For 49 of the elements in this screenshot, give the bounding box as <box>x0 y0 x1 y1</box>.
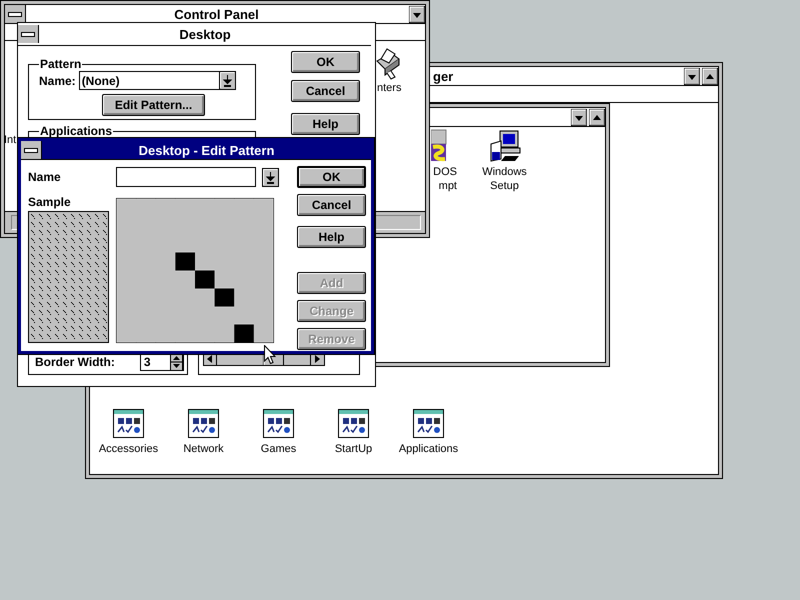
dropdown-button[interactable] <box>262 168 279 186</box>
window-title: Control Panel <box>173 6 260 22</box>
minimize-button[interactable] <box>684 68 700 84</box>
dropdown-button[interactable] <box>218 71 236 90</box>
minimize-button[interactable] <box>571 108 587 126</box>
system-menu-button[interactable] <box>18 25 39 43</box>
group-box-label: Pattern <box>39 57 82 71</box>
window-title: Desktop <box>178 26 232 42</box>
dialog-button[interactable]: Help <box>291 113 360 135</box>
program-group-icon[interactable] <box>413 409 444 439</box>
program-icon[interactable] <box>431 129 447 162</box>
icon-label: nters <box>377 81 402 95</box>
spin-button[interactable] <box>170 352 183 370</box>
name-label: Name <box>28 170 62 184</box>
dialog-button[interactable]: OK <box>291 51 360 73</box>
system-menu-button[interactable] <box>21 141 42 159</box>
program-group-icon[interactable] <box>188 409 219 439</box>
system-menu-button[interactable] <box>5 5 26 23</box>
icon-label: StartUp <box>334 442 372 456</box>
icon-label: Windows Setup <box>482 165 527 193</box>
group-box-label: Applications <box>39 124 114 138</box>
dialog-button[interactable]: Cancel <box>297 194 366 216</box>
minimize-button[interactable] <box>409 6 425 22</box>
icon-label: Accessories <box>98 442 158 456</box>
maximize-button[interactable] <box>702 68 718 84</box>
dropdown-value: (None) <box>80 74 121 88</box>
name-label: Name: <box>39 74 76 88</box>
program-group-icon[interactable] <box>338 409 369 439</box>
maximize-button[interactable] <box>589 108 605 126</box>
name-dropdown[interactable]: (None) <box>78 71 236 90</box>
spinner-value: 3 <box>142 354 152 368</box>
edit-pattern-button[interactable]: Edit Pattern... <box>102 94 205 116</box>
pattern-editor[interactable] <box>116 198 274 343</box>
window-title: ger <box>433 68 454 84</box>
window-title: Desktop - Edit Pattern <box>138 142 276 158</box>
icon-label: DOS mpt <box>433 165 458 193</box>
name-field[interactable] <box>116 167 256 187</box>
icon-label: Int <box>4 133 16 147</box>
border-width-label: Border Width: <box>35 355 115 369</box>
icon-label: Games <box>260 442 296 456</box>
dialog-button[interactable]: Cancel <box>291 80 360 102</box>
program-group-icon[interactable] <box>113 409 144 439</box>
dialog-button[interactable]: OK <box>297 166 366 188</box>
computer-icon[interactable] <box>488 129 520 162</box>
sample-label: Sample <box>28 195 72 209</box>
dialog-button[interactable]: Help <box>297 226 366 248</box>
icon-label: Network <box>183 442 224 456</box>
icon-label: Applications <box>398 442 458 456</box>
program-group-icon[interactable] <box>263 409 294 439</box>
